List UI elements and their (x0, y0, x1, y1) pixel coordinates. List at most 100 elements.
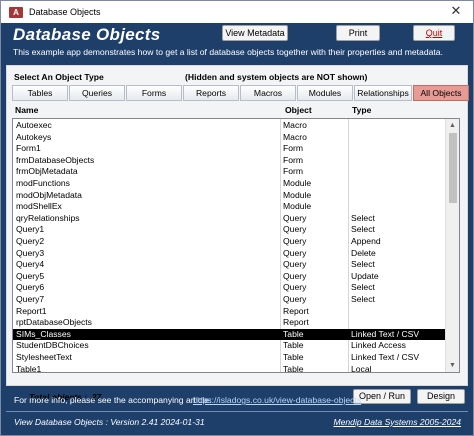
cell-name: Form1 (16, 143, 41, 154)
tab-tables[interactable]: Tables (12, 85, 68, 101)
list-item[interactable]: Form1 Form (13, 143, 446, 155)
open-run-button[interactable]: Open / Run (353, 389, 411, 404)
cell-object: Query (283, 259, 307, 270)
list-item[interactable]: Autoexec Macro (13, 120, 446, 132)
cell-object: Query (283, 236, 307, 246)
cell-name: StudentDBChoices (16, 340, 89, 351)
cell-object: Table (283, 363, 304, 373)
cell-object: Query (283, 282, 307, 293)
cell-object: Table (283, 328, 304, 339)
cell-name: modFunctions (16, 178, 70, 188)
copyright-link[interactable]: Mendip Data Systems 2005-2024 (333, 417, 461, 427)
cell-type: Select (351, 259, 375, 270)
cell-type (351, 155, 445, 167)
cell-name: frmDatabaseObjects (16, 154, 95, 165)
cell-type (351, 143, 445, 155)
cell-type (351, 178, 445, 190)
hidden-objects-note: (Hidden and system objects are NOT shown… (185, 72, 368, 82)
article-link[interactable]: https://isladogs.co.uk/view-database-obj… (193, 395, 361, 405)
tab-macros[interactable]: Macros (240, 85, 296, 101)
column-header-type[interactable]: Type (352, 105, 371, 115)
access-app-icon: A (9, 6, 23, 18)
tab-relationships[interactable]: Relationships (354, 85, 412, 101)
tab-forms[interactable]: Forms (126, 85, 182, 101)
scroll-up-icon[interactable]: ▲ (446, 119, 459, 132)
cell-type (351, 317, 445, 329)
objects-panel: Select An Object Type (Hidden and system… (6, 65, 469, 404)
cell-type (351, 120, 445, 132)
cell-name: frmObjMetadata (16, 166, 78, 177)
column-header-name[interactable]: Name (15, 105, 38, 115)
list-item[interactable]: Query7 Query Select (13, 294, 446, 306)
cell-name: Query1 (16, 224, 45, 235)
objects-listbox[interactable]: Autoexec Macro Autokeys Macro Form1 Form frmDa… (12, 118, 460, 373)
cell-object: Form (283, 143, 304, 154)
list-item[interactable]: Table1 Table Local (13, 363, 446, 373)
list-item[interactable]: rptDatabaseObjects Report (13, 317, 446, 329)
cell-name: modObjMetadata (16, 189, 82, 200)
list-item[interactable]: Query2 Query Append (13, 236, 446, 248)
vertical-scrollbar[interactable]: ▲ ▼ (445, 119, 459, 372)
cell-type (351, 166, 445, 178)
cell-object: Module (283, 201, 312, 212)
cell-object: Module (283, 189, 312, 200)
list-item[interactable]: frmObjMetadata Form (13, 166, 446, 178)
list-item-selected[interactable]: SIMs_Classes Table Linked Text / CSV (13, 328, 446, 341)
column-header-object[interactable]: Object (285, 105, 312, 115)
list-item[interactable]: modObjMetadata Module (13, 190, 446, 202)
page-title: Database Objects (13, 25, 161, 44)
list-item[interactable]: Query5 Query Update (13, 271, 446, 283)
scroll-thumb[interactable] (449, 133, 457, 203)
cell-object: Table (283, 340, 304, 351)
list-item[interactable]: StylesheetText Table Linked Text / CSV (13, 352, 446, 364)
cell-name: Autokeys (16, 131, 52, 142)
tab-modules[interactable]: Modules (297, 85, 353, 101)
cell-object: Query (283, 294, 307, 304)
cell-name: Report1 (16, 305, 47, 316)
app-window: A Database Objects ✕ Database Objects Vi… (0, 0, 474, 436)
quit-label: Quit (425, 28, 443, 38)
tab-queries[interactable]: Queries (69, 85, 125, 101)
cell-object: Macro (283, 131, 307, 142)
cell-type: Append (351, 236, 381, 246)
list-item[interactable]: qryRelationships Query Select (13, 213, 446, 225)
list-item[interactable]: Query1 Query Select (13, 224, 446, 236)
database-objects-form: Database Objects View Metadata Print Qui… (1, 23, 473, 435)
close-icon[interactable]: ✕ (449, 4, 463, 18)
cell-object: Module (283, 178, 312, 188)
title-bar: A Database Objects ✕ (1, 1, 473, 23)
cell-type (351, 306, 445, 318)
cell-object: Query (283, 247, 307, 258)
print-button[interactable]: Print (336, 25, 380, 41)
version-info: View Database Objects : Version 2.41 202… (14, 417, 205, 427)
cell-type: Linked Access (351, 340, 406, 351)
list-item[interactable]: Report1 Report (13, 306, 446, 318)
cell-object: Table (283, 352, 304, 362)
cell-name: Query4 (16, 259, 45, 270)
cell-name: Table1 (16, 363, 42, 373)
view-metadata-button[interactable]: View Metadata (222, 25, 288, 41)
list-item[interactable]: Query4 Query Select (13, 259, 446, 271)
list-item[interactable]: StudentDBChoices Table Linked Access (13, 340, 446, 352)
list-item[interactable]: frmDatabaseObjects Form (13, 155, 446, 167)
cell-object: Query (283, 212, 307, 223)
cell-type: Delete (351, 247, 376, 258)
cell-type (351, 190, 445, 202)
list-item[interactable]: Query3 Query Delete (13, 248, 446, 260)
tab-all-objects[interactable]: All Objects (413, 85, 469, 101)
list-item[interactable]: modShellEx Module (13, 201, 446, 213)
cell-name: Query6 (16, 282, 45, 293)
quit-button[interactable]: Quit (413, 25, 455, 41)
list-item[interactable]: Query6 Query Select (13, 282, 446, 294)
tab-reports[interactable]: Reports (183, 85, 239, 101)
list-item[interactable]: Autokeys Macro (13, 132, 446, 144)
cell-object: Query (283, 224, 307, 235)
cell-type: Local (351, 363, 372, 373)
footer-divider (6, 411, 468, 412)
intro-text: This example app demonstrates how to get… (13, 47, 443, 57)
cell-name: SIMs_Classes (16, 328, 71, 339)
cell-object: Report (283, 305, 309, 316)
list-item[interactable]: modFunctions Module (13, 178, 446, 190)
design-button[interactable]: Design (417, 389, 465, 404)
scroll-down-icon[interactable]: ▼ (446, 359, 459, 372)
